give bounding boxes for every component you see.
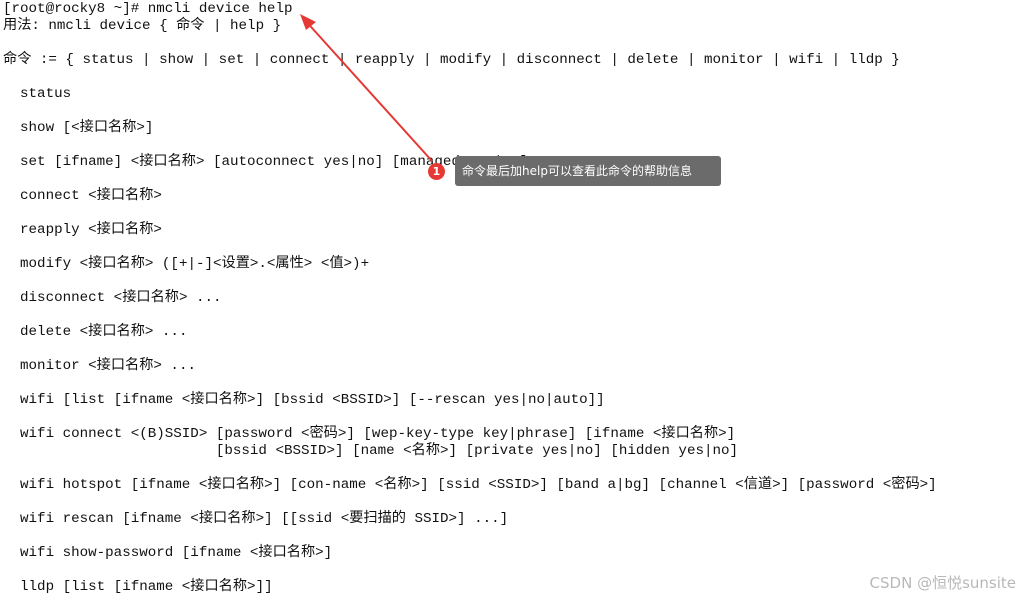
help-line-connect: connect <接口名称> [3,188,162,204]
help-line-wifi-show-password: wifi show-password [ifname <接口名称>] [3,545,333,561]
help-line-status: status [3,86,72,102]
usage-line: 用法: nmcli device { 命令 | help } [3,18,282,34]
help-line-wifi-connect: wifi connect <(B)SSID> [password <密码>] [… [3,426,736,442]
csdn-watermark: CSDN @恒悦sunsite [869,574,1016,592]
help-line-monitor: monitor <接口名称> ... [3,358,196,374]
terminal-prompt-line: [root@rocky8 ~]# nmcli device help [3,1,293,17]
help-line-delete: delete <接口名称> ... [3,324,188,340]
help-line-wifi-connect-cont: [bssid <BSSID>] [name <名称>] [private yes… [3,443,739,459]
commands-list-line: 命令 := { status | show | set | connect | … [3,52,900,68]
help-line-set: set [ifname] <接口名称> [autoconnect yes|no]… [3,154,529,170]
help-line-wifi: wifi [list [ifname <接口名称>] [bssid <BSSID… [3,392,605,408]
help-line-wifi-hotspot: wifi hotspot [ifname <接口名称>] [con-name <… [3,477,937,493]
help-line-lldp: lldp [list [ifname <接口名称>]] [3,579,273,595]
annotation-badge: 1 [428,163,445,180]
help-line-disconnect: disconnect <接口名称> ... [3,290,222,306]
annotation-tooltip: 命令最后加help可以查看此命令的帮助信息 [455,156,721,186]
help-line-modify: modify <接口名称> ([+|-]<设置>.<属性> <值>)+ [3,256,370,272]
terminal-window[interactable]: [root@rocky8 ~]# nmcli device help 用法: n… [0,0,1030,600]
help-line-wifi-rescan: wifi rescan [ifname <接口名称>] [[ssid <要扫描的… [3,511,509,527]
help-line-reapply: reapply <接口名称> [3,222,162,238]
help-line-show: show [<接口名称>] [3,120,154,136]
